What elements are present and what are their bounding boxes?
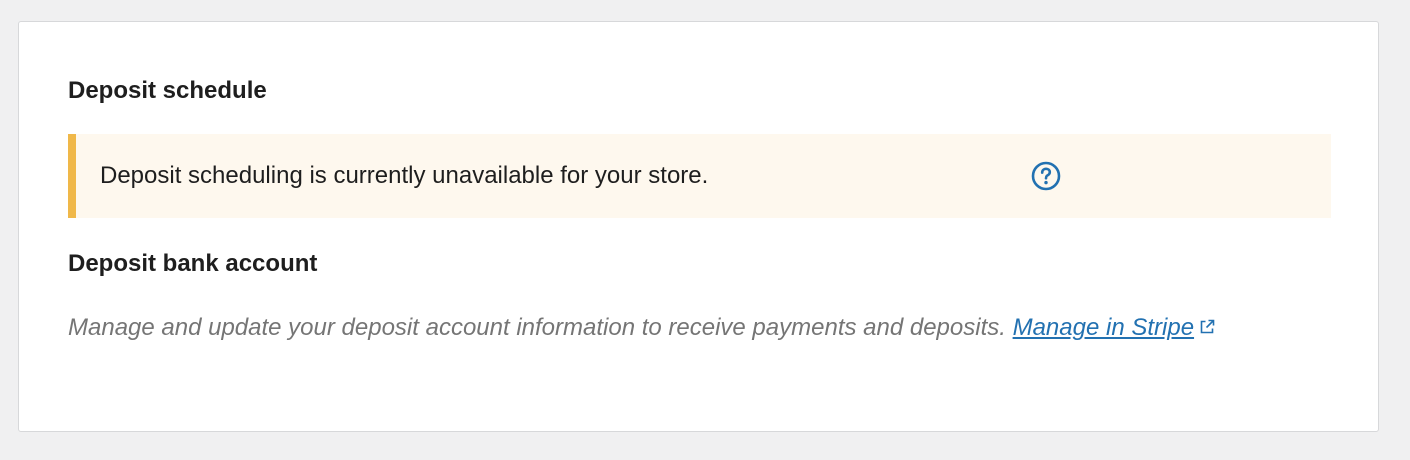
deposit-schedule-heading: Deposit schedule — [68, 77, 267, 104]
notice-text: Deposit scheduling is currently unavaila… — [100, 162, 709, 189]
help-circle-icon[interactable] — [1030, 160, 1062, 192]
manage-link-label[interactable]: Manage in Stripe — [1013, 314, 1194, 341]
deposits-settings-card: Deposit schedule Deposit scheduling is c… — [18, 21, 1379, 432]
description-text: Manage and update your deposit account i… — [68, 314, 1006, 341]
manage-in-stripe-link[interactable]: Manage in Stripe — [1013, 314, 1216, 341]
external-link-icon — [1200, 319, 1215, 334]
deposit-schedule-notice: Deposit scheduling is currently unavaila… — [68, 134, 1331, 218]
deposit-bank-account-heading: Deposit bank account — [68, 250, 318, 277]
bank-account-description: Manage and update your deposit account i… — [68, 308, 1328, 347]
